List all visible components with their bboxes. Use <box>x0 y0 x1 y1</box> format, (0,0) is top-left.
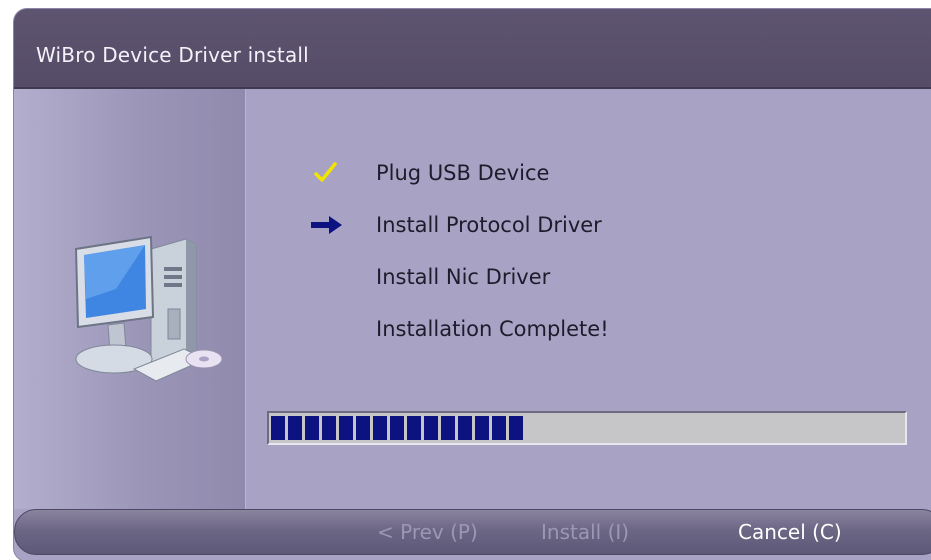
arrow-right-icon <box>304 199 348 251</box>
step-label: Install Nic Driver <box>376 265 551 289</box>
progress-block <box>322 416 336 440</box>
button-bar: < Prev (P) Install (I) Cancel (C) <box>14 509 931 555</box>
progress-block <box>271 416 285 440</box>
check-icon <box>304 147 348 199</box>
cancel-button[interactable]: Cancel (C) <box>738 510 842 554</box>
prev-button[interactable]: < Prev (P) <box>377 510 478 554</box>
progress-block <box>339 416 353 440</box>
step-label: Installation Complete! <box>376 317 609 341</box>
installer-window: WiBro Device Driver install Plug USB Dev… <box>13 8 931 560</box>
progress-block <box>373 416 387 440</box>
progress-block <box>424 416 438 440</box>
side-panel <box>14 89 246 509</box>
progress-block <box>305 416 319 440</box>
progress-block <box>441 416 455 440</box>
install-progress-bar <box>267 411 907 445</box>
install-button[interactable]: Install (I) <box>541 510 629 554</box>
window-title: WiBro Device Driver install <box>36 43 309 67</box>
progress-block <box>356 416 370 440</box>
progress-block <box>407 416 421 440</box>
title-bar[interactable]: WiBro Device Driver install <box>14 9 931 89</box>
computer-setup-icon <box>74 235 223 382</box>
progress-fill <box>271 416 523 440</box>
step-label: Plug USB Device <box>376 161 550 185</box>
progress-block <box>492 416 506 440</box>
progress-block <box>288 416 302 440</box>
progress-block <box>475 416 489 440</box>
progress-block <box>390 416 404 440</box>
progress-block <box>458 416 472 440</box>
progress-block <box>509 416 523 440</box>
step-label: Install Protocol Driver <box>376 213 602 237</box>
